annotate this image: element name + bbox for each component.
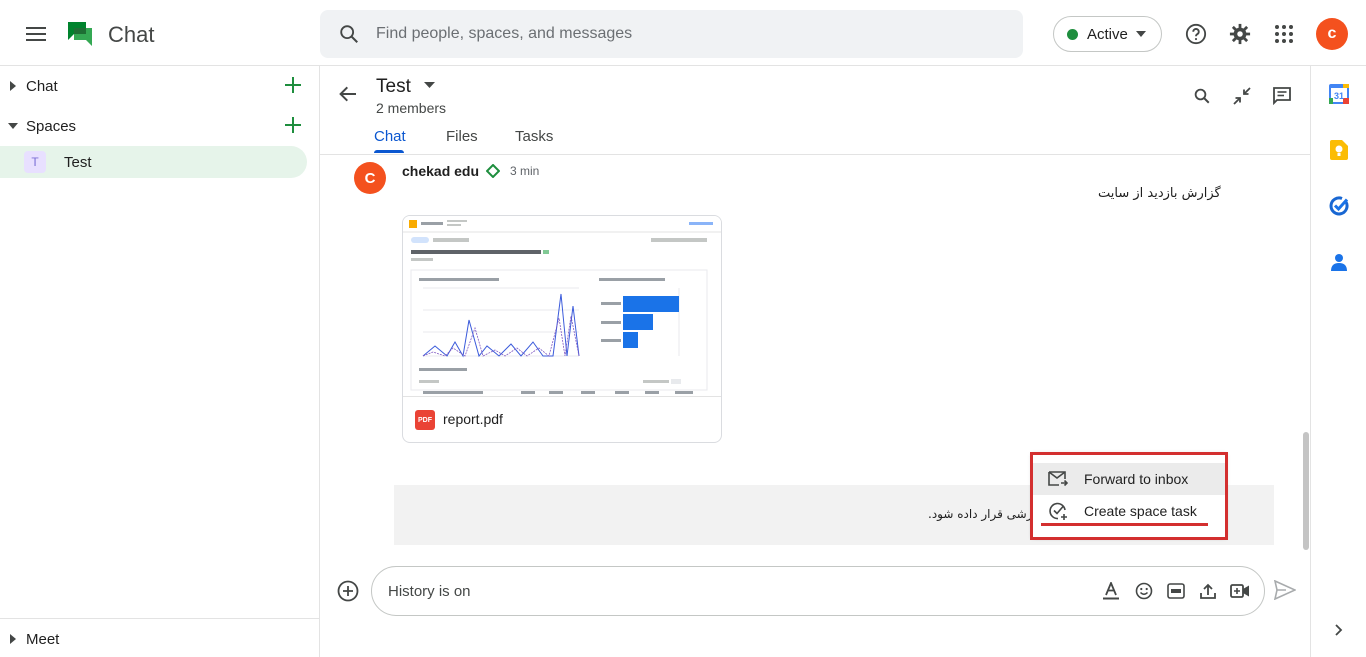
add-attachment-icon[interactable]: [336, 579, 360, 603]
add-space-icon[interactable]: [284, 116, 302, 134]
caret-down-icon: [1135, 31, 1146, 37]
add-chat-icon[interactable]: [284, 76, 302, 94]
account-avatar[interactable]: c: [1316, 18, 1348, 50]
exit-fullscreen-button[interactable]: [1228, 82, 1256, 110]
conversation-panel: Test 2 members Chat Files Tasks C chekad…: [320, 66, 1310, 657]
space-title[interactable]: Test: [376, 76, 411, 98]
annotation-underline: [1041, 523, 1208, 526]
sidebar-section-meet[interactable]: Meet: [0, 621, 320, 657]
tab-chat[interactable]: Chat: [374, 128, 406, 145]
status-label: Active: [1087, 25, 1128, 43]
tab-files[interactable]: Files: [446, 128, 478, 145]
message-compose-box[interactable]: [371, 566, 1265, 616]
collapse-icon: [1233, 87, 1251, 105]
gif-icon: [1167, 583, 1185, 599]
format-text-button[interactable]: [1100, 580, 1122, 602]
contacts-app-button[interactable]: [1327, 250, 1351, 274]
attachment-filename[interactable]: report.pdf: [443, 411, 503, 427]
message-timestamp: 3 min: [510, 164, 540, 178]
settings-button[interactable]: [1220, 14, 1260, 54]
sender-name[interactable]: chekad edu: [402, 163, 479, 179]
sidebar-section-label: Spaces: [26, 117, 77, 135]
sidebar-section-label: Meet: [26, 630, 60, 648]
diamond-badge-icon: [486, 164, 500, 178]
message-text: موزشی قرار داده شود.: [928, 507, 1046, 521]
video-call-icon: [1230, 584, 1249, 598]
sender-avatar[interactable]: C: [354, 162, 386, 194]
threads-button[interactable]: [1268, 82, 1296, 110]
annotation-highlight-box: [1030, 452, 1228, 540]
search-icon: [1194, 88, 1210, 104]
add-video-meeting-button[interactable]: [1229, 580, 1251, 602]
contacts-icon: [1331, 254, 1347, 271]
emoji-button[interactable]: [1133, 580, 1155, 602]
apps-button[interactable]: [1264, 14, 1304, 54]
text-format-icon: [1103, 582, 1119, 600]
caret-down-icon[interactable]: [424, 82, 435, 88]
svg-text:31: 31: [1334, 91, 1344, 101]
space-avatar: T: [24, 151, 46, 173]
app-title: Chat: [108, 22, 155, 47]
back-button[interactable]: [334, 80, 362, 108]
search-in-space-button[interactable]: [1188, 82, 1216, 110]
send-icon[interactable]: [1274, 580, 1296, 600]
attachment-thumbnail: [403, 216, 721, 397]
side-panel-rail: 31: [1310, 66, 1366, 657]
expand-side-panel-button[interactable]: [1327, 618, 1351, 642]
sidebar-section-chat[interactable]: Chat: [0, 68, 320, 104]
upload-file-button[interactable]: [1197, 580, 1219, 602]
keep-app-button[interactable]: [1327, 138, 1351, 162]
top-bar: Chat Active c: [0, 0, 1366, 66]
emoji-icon: [1135, 582, 1153, 600]
chevron-right-icon: [1335, 624, 1343, 636]
message-text: گزارش بازدید از سایت: [1098, 186, 1221, 201]
threads-icon: [1273, 87, 1291, 105]
message-input[interactable]: [388, 567, 1088, 615]
gif-button[interactable]: [1165, 580, 1187, 602]
sidebar-item-test[interactable]: T Test: [0, 146, 307, 178]
search-input[interactable]: [376, 10, 996, 58]
status-dot: [1067, 28, 1078, 40]
calendar-app-button[interactable]: 31: [1327, 82, 1351, 106]
divider: [0, 618, 320, 619]
pdf-file-icon: PDF: [415, 410, 435, 430]
divider: [320, 154, 1310, 155]
active-tab-indicator: [374, 150, 404, 153]
scrollbar-thumb[interactable]: [1303, 432, 1309, 550]
status-dropdown[interactable]: Active: [1053, 16, 1162, 52]
apps-grid-icon: [1275, 25, 1293, 43]
calendar-icon: 31: [1329, 84, 1349, 104]
tasks-icon: [1329, 196, 1349, 216]
member-count[interactable]: 2 members: [376, 100, 446, 116]
search-icon: [340, 25, 358, 43]
upload-icon: [1200, 583, 1216, 599]
main-menu-button[interactable]: [16, 14, 56, 54]
tasks-app-button[interactable]: [1327, 194, 1351, 218]
sidebar-section-spaces[interactable]: Spaces: [0, 108, 320, 144]
keep-icon: [1330, 140, 1348, 160]
caret-right-icon: [10, 81, 16, 91]
attachment-card[interactable]: PDF report.pdf: [402, 215, 722, 443]
tab-tasks[interactable]: Tasks: [515, 128, 553, 145]
sidebar: Chat Spaces T Test Meet: [0, 66, 320, 657]
hamburger-icon: [26, 27, 46, 41]
sidebar-item-label: Test: [64, 153, 92, 171]
gear-icon: [1229, 23, 1251, 45]
caret-down-icon: [8, 123, 18, 129]
arrow-back-icon: [339, 86, 356, 102]
search-bar[interactable]: [320, 10, 1023, 58]
help-button[interactable]: [1176, 14, 1216, 54]
caret-right-icon: [10, 634, 16, 644]
sidebar-section-label: Chat: [26, 77, 58, 95]
help-icon: [1185, 23, 1207, 45]
chat-logo-icon: [66, 20, 94, 48]
